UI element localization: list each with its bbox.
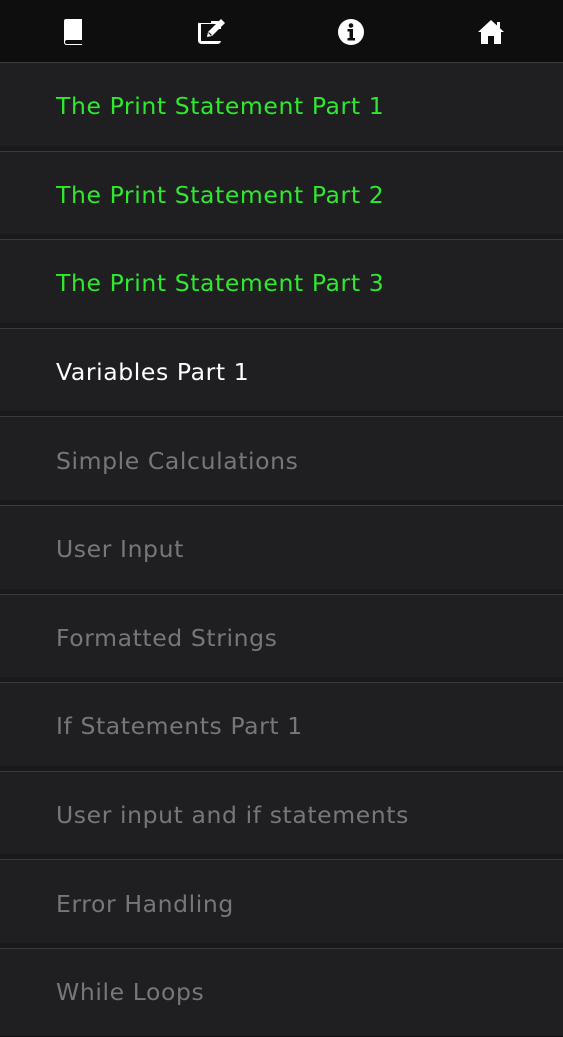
lesson-row[interactable]: The Print Statement Part 2 xyxy=(0,145,563,240)
lesson-row[interactable]: Simple Calculations xyxy=(0,411,563,505)
lesson-label: While Loops xyxy=(56,978,205,1007)
lesson-label: Error Handling xyxy=(56,889,234,918)
lesson-label: Variables Part 1 xyxy=(56,358,250,387)
home-icon[interactable] xyxy=(476,17,506,47)
lesson-label: The Print Statement Part 1 xyxy=(56,92,385,121)
book-icon[interactable] xyxy=(58,17,88,47)
lesson-label: The Print Statement Part 2 xyxy=(56,180,385,209)
lesson-label: Simple Calculations xyxy=(56,446,299,475)
lesson-row[interactable]: User input and if statements xyxy=(0,765,563,860)
lesson-label: User input and if statements xyxy=(56,801,409,830)
lesson-label: User Input xyxy=(56,535,184,564)
lesson-row[interactable]: Error Handling xyxy=(0,854,563,948)
lesson-label: Formatted Strings xyxy=(56,623,278,652)
lesson-list: The Print Statement Part 1 The Print Stat… xyxy=(0,62,563,1037)
top-toolbar xyxy=(0,0,563,62)
lesson-row[interactable]: The Print Statement Part 3 xyxy=(0,234,563,328)
lesson-row[interactable]: User Input xyxy=(0,499,563,594)
info-icon[interactable] xyxy=(336,17,366,47)
lesson-label: The Print Statement Part 3 xyxy=(56,269,385,298)
edit-icon[interactable] xyxy=(197,17,227,47)
lesson-row[interactable]: The Print Statement Part 1 xyxy=(0,62,563,151)
lesson-row[interactable]: Variables Part 1 xyxy=(0,322,563,417)
lesson-row[interactable]: While Loops xyxy=(0,942,563,1037)
lesson-row[interactable]: Formatted Strings xyxy=(0,588,563,683)
lesson-label: If Statements Part 1 xyxy=(56,712,303,741)
lesson-row[interactable]: If Statements Part 1 xyxy=(0,677,563,771)
